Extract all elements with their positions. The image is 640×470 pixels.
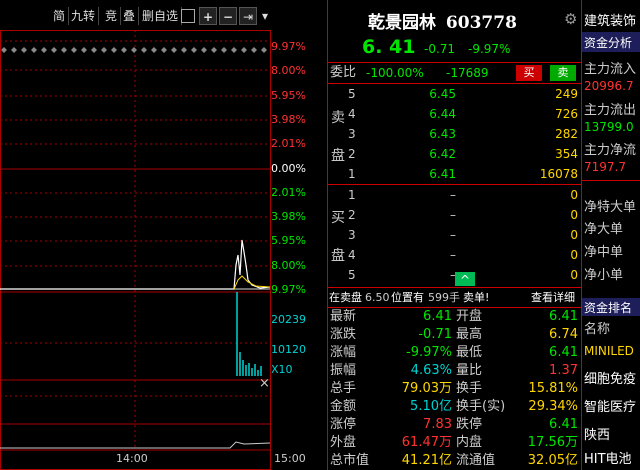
volume-label: 10120 bbox=[271, 343, 306, 356]
reference-markers bbox=[1, 47, 267, 53]
y-label: 0.00% bbox=[271, 162, 306, 175]
stock-code: 603778 bbox=[445, 13, 517, 33]
y-label: 5.95% bbox=[271, 234, 306, 247]
sector-label[interactable]: 建筑装饰 bbox=[584, 10, 636, 29]
fund-rank-header: 资金排名 bbox=[582, 298, 640, 316]
net-flow-item: 净特大单 bbox=[584, 200, 637, 215]
order-level-row: 3 6.43 282 bbox=[348, 127, 578, 141]
main-inflow-value: 20996.7 bbox=[584, 79, 634, 93]
y-label: 8.00% bbox=[271, 259, 306, 272]
rank-name-header: 名称 bbox=[584, 322, 611, 337]
weibi-label: 委比 bbox=[330, 65, 357, 80]
order-level-row: 4 – 0 bbox=[348, 248, 578, 262]
delete-watchlist-button[interactable]: 删自选 bbox=[139, 7, 183, 25]
net-flow-item: 净小单 bbox=[584, 268, 624, 283]
net-flow-item: 净大单 bbox=[584, 222, 624, 237]
main-inflow-label: 主力流入 bbox=[584, 62, 637, 77]
order-level-row: 4 6.44 726 bbox=[348, 107, 578, 121]
buy-button[interactable]: 买 bbox=[516, 65, 542, 81]
rank-item[interactable]: HIT电池 bbox=[584, 448, 632, 467]
volume-scale-label: X10 bbox=[271, 363, 293, 376]
weibi-row: 委比 -100.00% -17689 买 卖 bbox=[328, 64, 582, 82]
stock-name: 乾景园林 bbox=[368, 13, 436, 33]
order-level-row: 2 6.42 354 bbox=[348, 147, 578, 161]
price-change-pct: -9.97% bbox=[468, 42, 511, 56]
order-level-row: 3 – 0 bbox=[348, 228, 578, 242]
current-price: 6. 41 bbox=[362, 36, 416, 58]
overlay-button[interactable]: 叠 bbox=[120, 7, 140, 25]
chevron-down-icon[interactable]: ▾ bbox=[259, 7, 271, 25]
sell-button[interactable]: 卖 bbox=[550, 65, 576, 81]
chart-toolbar: 简 九转 竞 叠 删自选 + − ⇥ ▾ bbox=[0, 0, 270, 30]
net-flow-item: 净中单 bbox=[584, 245, 624, 260]
intraday-chart: 9.97% 8.00% 5.95% 3.98% 2.01% 0.00% 2.01… bbox=[0, 30, 327, 470]
rank-item[interactable]: 智能医疗 bbox=[584, 396, 636, 415]
order-level-row: 1 – 0 bbox=[348, 188, 578, 202]
rank-item[interactable]: 陕西 bbox=[584, 424, 610, 443]
stats-row: 涨停 7.83 跌停 6.41 bbox=[330, 417, 578, 432]
zoom-out-button[interactable]: − bbox=[219, 7, 237, 25]
rank-item[interactable]: 细胞免疫 bbox=[584, 368, 636, 387]
order-notice: 在卖盘 6.50 位置有 599手 卖单! 查看详细 bbox=[328, 289, 582, 307]
y-label: 2.01% bbox=[271, 186, 306, 199]
order-level-row: 1 6.41 16078 bbox=[348, 167, 578, 181]
zoom-in-button[interactable]: + bbox=[199, 7, 217, 25]
y-label: 3.98% bbox=[271, 210, 306, 223]
y-label: 9.97% bbox=[271, 40, 306, 53]
expand-icon[interactable]: ⇥ bbox=[239, 7, 257, 25]
stats-row: 总市值 41.21亿 流通值 32.05亿 bbox=[330, 453, 578, 468]
avg-line-series bbox=[233, 275, 271, 290]
y-label: 9.97% bbox=[271, 283, 306, 296]
time-label: 14:00 bbox=[116, 452, 148, 465]
nine-turn-button[interactable]: 九转 bbox=[68, 7, 100, 25]
weicha-value: -17689 bbox=[446, 66, 489, 80]
y-label: 2.01% bbox=[271, 137, 306, 150]
stats-row: 振幅 4.63% 量比 1.37 bbox=[330, 363, 578, 378]
main-outflow-label: 主力流出 bbox=[584, 103, 637, 118]
weibi-value: -100.00% bbox=[366, 66, 424, 80]
order-level-row: 5 6.45 249 bbox=[348, 87, 578, 101]
stats-row: 总手 79.03万 换手 15.81% bbox=[330, 381, 578, 396]
price-change: -0.71 bbox=[424, 42, 456, 56]
view-detail-link[interactable]: 查看详细 bbox=[531, 289, 575, 307]
fund-sidebar: 建筑装饰 资金分析 主力流入 20996.7 主力流出 13799.0 主力净流… bbox=[581, 0, 640, 470]
stats-row: 涨跌 -0.71 最高 6.74 bbox=[330, 327, 578, 342]
time-label: 15:00 bbox=[274, 452, 306, 465]
auction-button[interactable]: 竞 bbox=[102, 7, 122, 25]
y-label: 5.95% bbox=[271, 89, 306, 102]
stats-row: 外盘 61.47万 内盘 17.56万 bbox=[330, 435, 578, 450]
close-icon[interactable]: × bbox=[259, 376, 270, 391]
stats-row: 金额 5.10亿 换手(实) 29.34% bbox=[330, 399, 578, 414]
simplified-button[interactable]: 简 bbox=[50, 7, 70, 25]
volume-label: 20239 bbox=[271, 313, 306, 326]
collapse-icon[interactable]: ^ bbox=[455, 272, 475, 287]
stats-row: 涨幅 -9.97% 最低 6.41 bbox=[330, 345, 578, 360]
main-net-value: 7197.7 bbox=[584, 160, 626, 174]
volume-bars bbox=[236, 292, 262, 376]
rank-item[interactable]: MINILED bbox=[584, 344, 634, 358]
menu-icon[interactable] bbox=[181, 9, 195, 23]
stats-row: 最新 6.41 开盘 6.41 bbox=[330, 309, 578, 324]
gear-icon[interactable]: ⚙ bbox=[564, 10, 577, 28]
main-net-label: 主力净流 bbox=[584, 143, 637, 158]
fund-analysis-header: 资金分析 bbox=[582, 32, 640, 52]
order-level-row: 2 – 0 bbox=[348, 208, 578, 222]
y-label: 8.00% bbox=[271, 64, 306, 77]
main-outflow-value: 13799.0 bbox=[584, 120, 634, 134]
quote-panel: 乾景园林 603778 ⚙ 6. 41 -0.71 -9.97% 委比 -100… bbox=[327, 0, 582, 470]
y-label: 3.98% bbox=[271, 113, 306, 126]
stock-title: 乾景园林 603778 bbox=[368, 8, 517, 33]
